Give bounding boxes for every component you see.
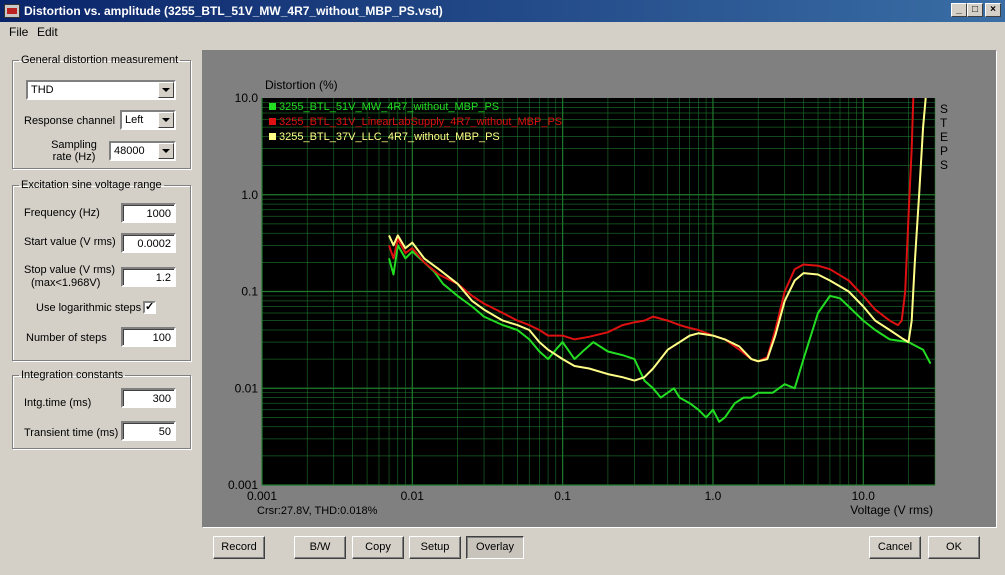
general-legend: General distortion measurement [21, 54, 179, 66]
response-channel-value: Left [125, 114, 144, 126]
frequency-input[interactable]: 1000 [121, 203, 176, 223]
measure-value: THD [31, 84, 54, 96]
y-axis-label: Distortion (%) [265, 78, 338, 92]
legend-swatch [269, 118, 276, 125]
overlay-button[interactable]: Overlay [466, 536, 524, 559]
legend-entry: 3255_BTL_31V_LinearLabSupply_4R7_without… [279, 116, 562, 128]
record-button[interactable]: Record [213, 536, 265, 559]
integration-legend: Integration constants [21, 369, 124, 381]
stop-value-label: Stop value (V rms) [24, 264, 116, 276]
maximize-button[interactable]: □ [967, 3, 983, 17]
y-tick-label: 0.01 [235, 381, 259, 395]
response-channel-select[interactable]: Left [120, 110, 176, 130]
log-steps-checkbox[interactable]: ✓ [143, 301, 156, 314]
start-value-input[interactable]: 0.0002 [121, 233, 176, 253]
number-of-steps-label: Number of steps [26, 332, 107, 344]
start-value-label: Start value (V rms) [24, 236, 116, 248]
copy-button[interactable]: Copy [352, 536, 404, 559]
intg-time-input[interactable]: 300 [121, 388, 176, 408]
x-tick-label: 0.01 [401, 489, 425, 503]
steps-label-letter: E [940, 130, 948, 144]
response-channel-label: Response channel [24, 115, 116, 127]
y-tick-label: 0.1 [241, 285, 258, 299]
sampling-rate-label: Sampling rate (Hz) [51, 139, 97, 163]
distortion-chart[interactable]: Distortion (%) Voltage (V rms) Crsr:27.8… [203, 51, 996, 527]
x-tick-label: 10.0 [852, 489, 876, 503]
plot-panel: Distortion (%) Voltage (V rms) Crsr:27.8… [202, 50, 997, 528]
excitation-legend: Excitation sine voltage range [21, 179, 162, 191]
transient-time-label: Transient time (ms) [24, 427, 119, 439]
window-title: Distortion vs. amplitude (3255_BTL_51V_M… [24, 4, 443, 18]
measure-select[interactable]: THD [26, 80, 176, 100]
steps-label-letter: P [940, 144, 948, 158]
transient-time-input[interactable]: 50 [121, 421, 176, 441]
legend-swatch [269, 103, 276, 110]
client-area: General distortion measurement THD Respo… [0, 41, 1005, 575]
legend-entry: 3255_BTL_37V_LLC_4R7_without_MBP_PS [279, 131, 500, 143]
title-bar: Distortion vs. amplitude (3255_BTL_51V_M… [0, 0, 1005, 22]
steps-label-letter: T [940, 116, 948, 130]
number-of-steps-input[interactable]: 100 [121, 327, 176, 347]
sampling-rate-value: 48000 [114, 145, 145, 157]
cancel-button[interactable]: Cancel [869, 536, 921, 559]
app-icon [4, 4, 20, 18]
log-steps-label: Use logarithmic steps [36, 302, 142, 314]
sampling-rate-select[interactable]: 48000 [109, 141, 176, 161]
intg-time-label: Intg.time (ms) [24, 397, 92, 409]
close-button[interactable]: × [985, 3, 1001, 17]
chevron-down-icon[interactable] [158, 112, 174, 128]
ok-button[interactable]: OK [928, 536, 980, 559]
chevron-down-icon[interactable] [158, 143, 174, 159]
minimize-button[interactable]: _ [951, 3, 967, 17]
chevron-down-icon[interactable] [158, 82, 174, 98]
y-tick-label: 10.0 [235, 91, 259, 105]
menu-file[interactable]: File [9, 25, 28, 39]
steps-label-letter: S [940, 102, 948, 116]
bw-button[interactable]: B/W [294, 536, 346, 559]
cursor-readout: Crsr:27.8V, THD:0.018% [257, 505, 378, 517]
x-axis-label: Voltage (V rms) [850, 503, 933, 517]
setup-button[interactable]: Setup [409, 536, 461, 559]
frequency-label: Frequency (Hz) [24, 207, 100, 219]
legend-swatch [269, 133, 276, 140]
menu-bar: File Edit [0, 22, 1005, 41]
y-tick-label: 1.0 [241, 188, 258, 202]
stop-value-input[interactable]: 1.2 [121, 267, 176, 287]
x-tick-label: 0.1 [554, 489, 571, 503]
x-tick-label: 1.0 [705, 489, 722, 503]
steps-label-letter: S [940, 158, 948, 172]
stop-value-max-label: (max<1.968V) [31, 277, 101, 289]
legend-entry: 3255_BTL_51V_MW_4R7_without_MBP_PS [279, 101, 499, 113]
y-tick-label: 0.001 [228, 478, 258, 492]
menu-edit[interactable]: Edit [37, 25, 58, 39]
